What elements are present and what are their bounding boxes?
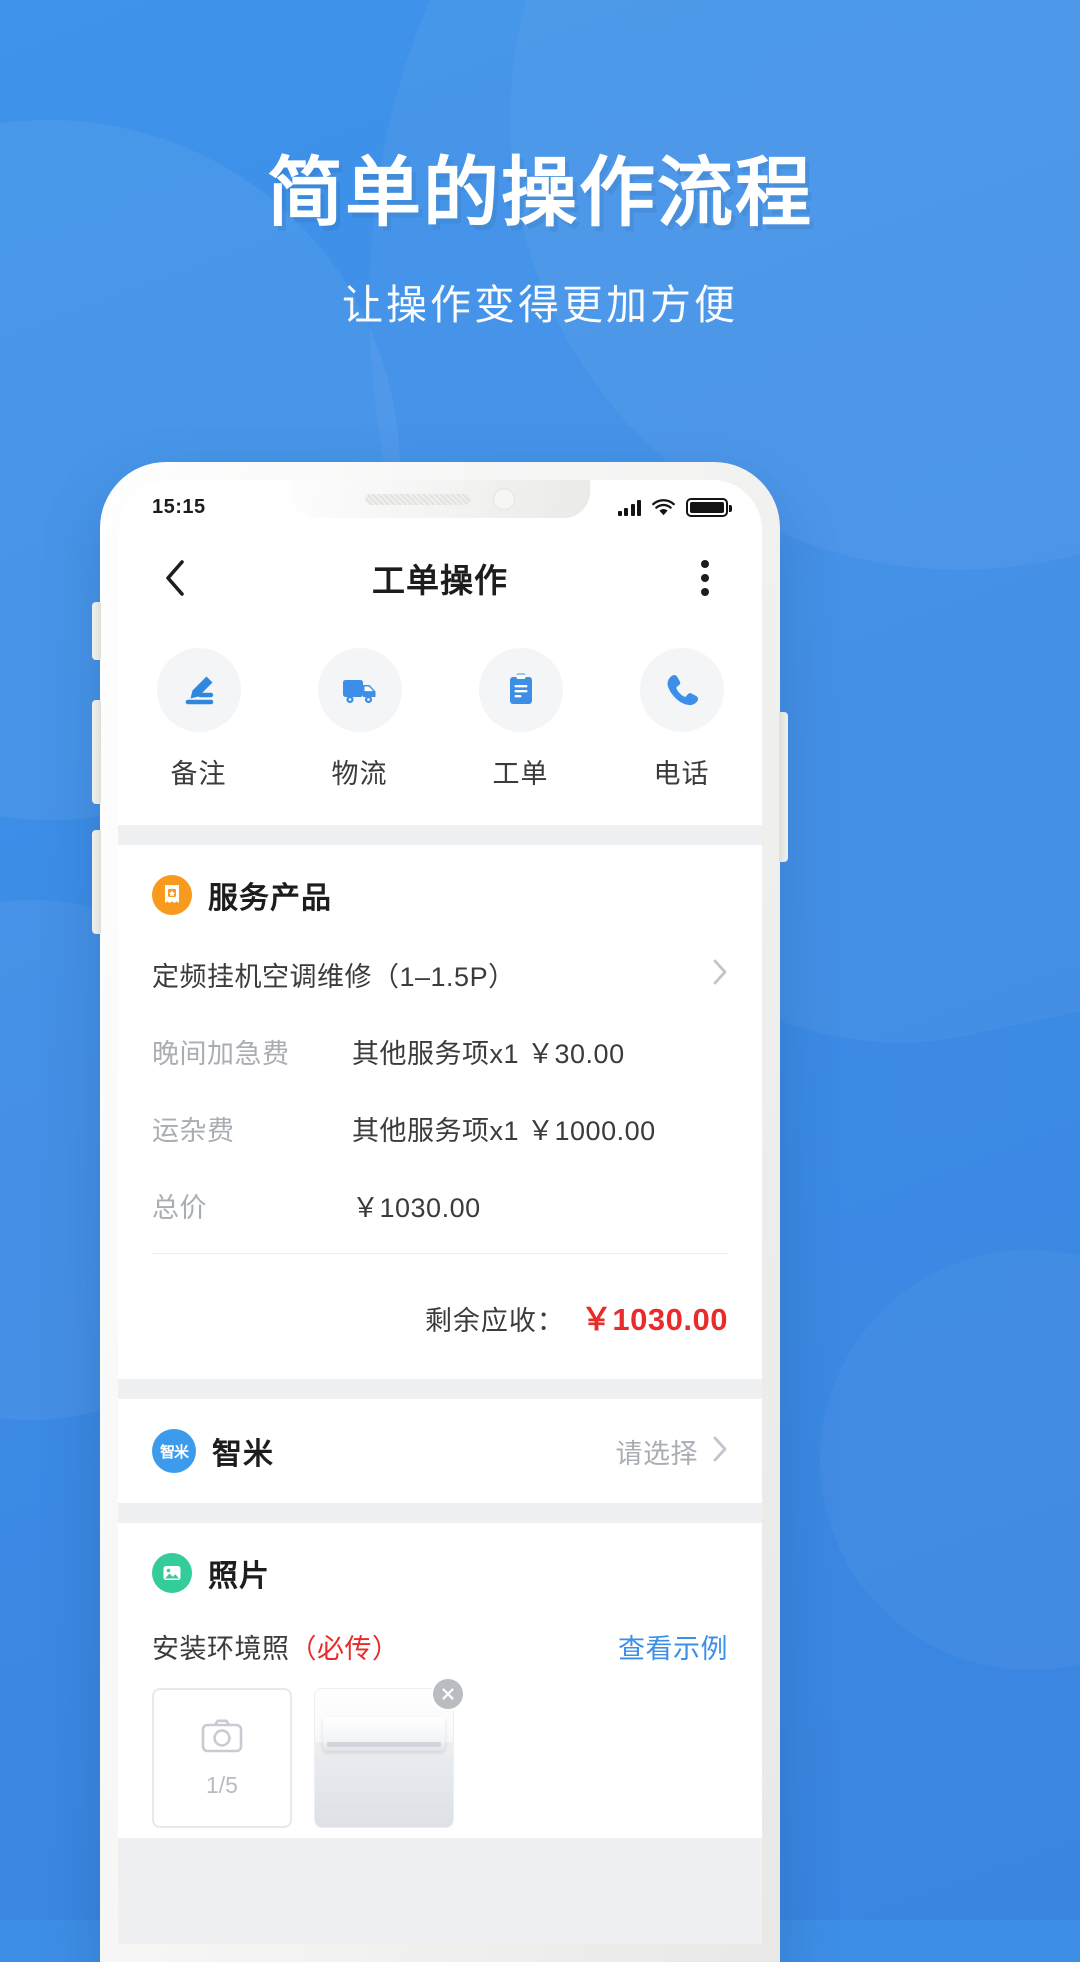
photo-ac-unit — [323, 1717, 445, 1751]
service-product-title: 服务产品 — [208, 882, 332, 915]
app-content: 备注 物流 工单 电话 服务产品 定频挂机空调维修（1–1.5P） 晚间加急费 … — [118, 622, 762, 1944]
phone-mute-switch — [92, 602, 101, 660]
photo-wall — [315, 1755, 453, 1827]
brand-logo-icon: 智米 — [152, 1429, 196, 1473]
earpiece-speaker-icon — [365, 493, 471, 505]
status-time: 15:15 — [152, 495, 206, 518]
back-chevron-icon[interactable] — [152, 555, 198, 601]
photo-requirement-label: 安装环境照（必传） — [152, 1627, 400, 1666]
phone-notch — [290, 480, 590, 518]
brand-select-row[interactable]: 智米 智米 请选择 — [118, 1399, 762, 1503]
promo-headline: 简单的操作流程 — [267, 151, 813, 236]
air-conditioner-photo — [314, 1688, 454, 1828]
background-blob-right — [820, 1250, 1080, 1670]
service-product-card: 服务产品 定频挂机空调维修（1–1.5P） 晚间加急费 其他服务项x1 ￥30.… — [118, 845, 762, 1379]
image-icon — [152, 1553, 192, 1593]
receipt-star-icon — [152, 875, 192, 915]
status-icons — [617, 497, 732, 517]
phone-power-button — [779, 712, 788, 862]
service-product-row[interactable]: 定频挂机空调维修（1–1.5P） — [152, 943, 728, 1020]
fee-label: 总价 — [152, 1193, 207, 1223]
service-product-name: 定频挂机空调维修（1–1.5P） — [152, 962, 516, 992]
phone-mockup: 15:15 工单操作 备注 物流 工单 电话 服务产品 定频挂机空调维修（1–1… — [92, 462, 788, 1962]
promo-text-block: 简单的操作流程 让操作变得更加方便 — [0, 150, 1080, 331]
action-remark[interactable]: 备注 — [118, 648, 279, 791]
fee-value: ￥1030.00 — [352, 1193, 481, 1223]
page-title: 工单操作 — [372, 562, 508, 599]
photos-card: 照片 安装环境照（必传） 查看示例 1/5 — [118, 1523, 762, 1838]
fee-value: 其他服务项x1 ￥1000.00 — [352, 1116, 656, 1146]
signal-bars-icon — [617, 499, 641, 516]
wifi-icon — [652, 498, 675, 516]
photo-upload-button[interactable]: 1/5 — [152, 1688, 292, 1828]
chevron-right-icon — [712, 1435, 728, 1468]
action-label: 工单 — [492, 759, 549, 789]
phone-volume-up-button — [92, 700, 101, 804]
remaining-due-value: ￥1030.00 — [580, 1302, 728, 1337]
remaining-due-row: 剩余应收： ￥1030.00 — [152, 1254, 728, 1379]
close-icon[interactable] — [431, 1677, 465, 1711]
photo-required-tag: （必传） — [289, 1634, 400, 1664]
fee-value: 其他服务项x1 ￥30.00 — [352, 1039, 625, 1069]
promo-subheadline: 让操作变得更加方便 — [342, 282, 738, 329]
view-example-link[interactable]: 查看示例 — [618, 1627, 728, 1666]
quick-actions-bar: 备注 物流 工单 电话 — [118, 622, 762, 825]
photo-upload-strip: 1/5 — [152, 1677, 728, 1838]
fee-label: 运杂费 — [152, 1116, 235, 1146]
camera-icon — [200, 1717, 244, 1760]
fee-label: 晚间加急费 — [152, 1039, 290, 1069]
fee-row: 晚间加急费 其他服务项x1 ￥30.00 — [152, 1020, 728, 1097]
photo-thumbnail[interactable] — [314, 1677, 465, 1828]
app-navbar: 工单操作 — [118, 534, 762, 622]
action-label: 备注 — [170, 759, 227, 789]
action-label: 电话 — [653, 759, 710, 789]
phone-icon — [639, 648, 724, 732]
photo-upload-count: 1/5 — [206, 1772, 238, 1798]
brand-card: 智米 智米 请选择 — [118, 1399, 762, 1503]
photos-header: 照片 — [152, 1551, 728, 1621]
brand-select-right: 请选择 — [616, 1432, 729, 1471]
chevron-right-icon — [712, 958, 728, 991]
fee-row: 运杂费 其他服务项x1 ￥1000.00 — [152, 1097, 728, 1174]
fee-row-total: 总价 ￥1030.00 — [152, 1174, 728, 1251]
phone-volume-down-button — [92, 830, 101, 934]
battery-full-icon — [686, 497, 732, 517]
action-phone[interactable]: 电话 — [601, 648, 762, 791]
action-workorder[interactable]: 工单 — [440, 648, 601, 791]
front-camera-icon — [493, 488, 515, 510]
action-label: 物流 — [331, 759, 388, 789]
brand-select-hint: 请选择 — [615, 1438, 698, 1469]
action-logistics[interactable]: 物流 — [279, 648, 440, 791]
phone-screen: 15:15 工单操作 备注 物流 工单 电话 服务产品 定频挂机空调维修（1–1… — [118, 480, 762, 1944]
photos-title: 照片 — [208, 1560, 270, 1593]
brand-name: 智米 — [212, 1438, 274, 1471]
photo-requirement-text: 安装环境照 — [152, 1634, 290, 1664]
remaining-due-label: 剩余应收： — [424, 1306, 565, 1336]
truck-icon — [317, 648, 402, 732]
edit-pen-icon — [156, 648, 241, 732]
more-vertical-icon[interactable] — [682, 555, 728, 601]
service-product-header: 服务产品 — [152, 873, 728, 943]
clipboard-icon — [478, 648, 563, 732]
